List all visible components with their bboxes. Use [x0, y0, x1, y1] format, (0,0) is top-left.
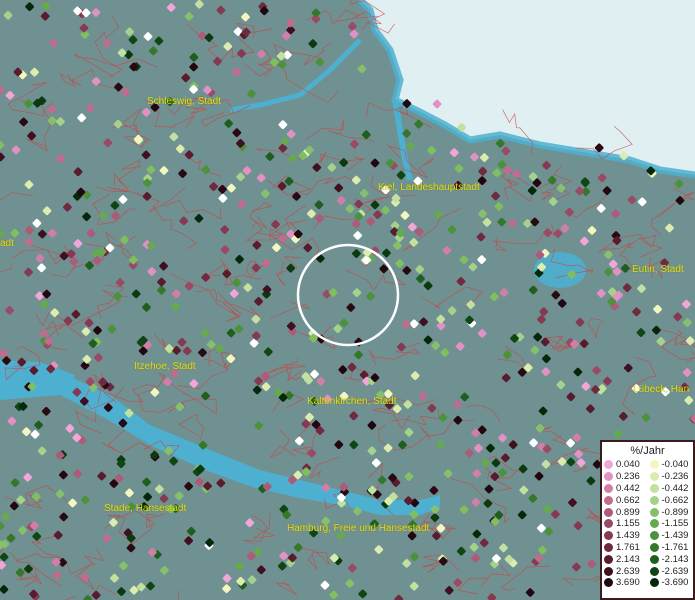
legend-swatch	[649, 578, 659, 588]
legend-value: -0.040	[661, 459, 689, 471]
legend-value: -3.690	[661, 577, 689, 589]
legend-value: -1.439	[661, 530, 689, 542]
legend-swatch	[649, 507, 659, 517]
legend-value: -1.155	[661, 518, 689, 530]
legend-value: 0.442	[616, 482, 640, 494]
legend-swatch	[604, 554, 613, 564]
legend-entry-neg: -1.155	[648, 518, 694, 529]
legend-swatch	[649, 554, 659, 564]
legend-swatch	[604, 519, 613, 529]
legend-title: %/Jahr	[630, 445, 665, 457]
place-label-hamburg: Hamburg, Freie und Hansestadt	[287, 523, 430, 534]
legend-swatch	[604, 578, 613, 588]
legend-row: 2.143 -2.143	[602, 553, 693, 565]
legend-entry-neg: -2.143	[648, 554, 694, 565]
legend-value: 2.639	[616, 565, 640, 577]
legend-entry-neg: -0.236	[648, 471, 694, 482]
legend-entry-pos: 1.761	[602, 542, 648, 553]
legend-swatch	[649, 542, 659, 552]
legend-value: 0.236	[616, 471, 640, 483]
legend-swatch	[604, 542, 613, 552]
place-label-kaltenkirchen: Kaltenkirchen, Stadt	[307, 396, 397, 407]
place-label-eutin: Eutin, Stadt	[632, 264, 684, 275]
place-label-luebeck: Lübeck, Han	[633, 384, 690, 395]
place-label-stade: Stade, Hansestadt	[104, 503, 187, 514]
legend-entry-pos: 0.040	[602, 459, 648, 470]
legend-value: 0.662	[616, 494, 640, 506]
legend-row: 3.690 -3.690	[602, 577, 693, 589]
legend-swatch	[604, 507, 613, 517]
legend-swatch	[604, 472, 613, 482]
legend-row: 0.442 -0.442	[602, 483, 693, 495]
legend-row: 0.899 -0.899	[602, 506, 693, 518]
place-label-itzehoe: Itzehoe, Stadt	[134, 361, 196, 372]
legend-value: -0.442	[661, 482, 689, 494]
legend-entry-pos: 2.639	[602, 566, 648, 577]
legend-row: 1.761 -1.761	[602, 542, 693, 554]
legend-entry-pos: 3.690	[602, 577, 648, 588]
legend-entry-neg: -0.662	[648, 495, 694, 506]
legend-row: 0.662 -0.662	[602, 494, 693, 506]
legend-value: 0.040	[616, 459, 640, 471]
legend-swatch	[649, 472, 659, 482]
legend-value: 1.439	[616, 530, 640, 542]
legend-swatch	[604, 483, 613, 493]
legend-entry-neg: -1.439	[648, 530, 694, 541]
legend-row: 1.155 -1.155	[602, 518, 693, 530]
legend-row: 2.639 -2.639	[602, 565, 693, 577]
legend-entry-neg: -0.442	[648, 483, 694, 494]
legend-entry-pos: 1.155	[602, 518, 648, 529]
legend-entry-pos: 1.439	[602, 530, 648, 541]
legend-value: 3.690	[616, 577, 640, 589]
legend-value: -0.899	[661, 506, 689, 518]
legend-value: 1.761	[616, 541, 640, 553]
legend-entry-neg: -2.639	[648, 566, 694, 577]
legend-value: -0.236	[661, 471, 689, 483]
place-label-schleswig: Schleswig, Stadt	[147, 96, 221, 107]
legend-swatch	[649, 531, 659, 541]
legend-value: -2.639	[661, 565, 689, 577]
legend-value: 0.899	[616, 506, 640, 518]
legend-swatch	[649, 460, 659, 470]
legend-swatch	[649, 566, 659, 576]
legend-value: -1.761	[661, 541, 689, 553]
legend-entry-pos: 0.442	[602, 483, 648, 494]
legend-swatch	[604, 531, 613, 541]
legend-swatch	[604, 460, 613, 470]
legend-entry-pos: 0.662	[602, 495, 648, 506]
legend-entry-neg: -0.040	[648, 459, 694, 470]
place-label-kiel: Kiel, Landeshauptstadt	[378, 182, 480, 193]
legend-entry-pos: 0.236	[602, 471, 648, 482]
legend-swatch	[649, 483, 659, 493]
legend-entry-pos: 2.143	[602, 554, 648, 565]
legend: %/Jahr 0.040 -0.040 0.236 -0.236 0.442 -0.442…	[600, 440, 695, 600]
legend-row: 0.236 -0.236	[602, 471, 693, 483]
legend-swatch	[604, 566, 613, 576]
legend-swatch	[649, 495, 659, 505]
legend-value: -2.143	[661, 553, 689, 565]
legend-entry-neg: -0.899	[648, 507, 694, 518]
legend-value: 2.143	[616, 553, 640, 565]
legend-entry-pos: 0.899	[602, 507, 648, 518]
legend-swatch	[649, 519, 659, 529]
legend-entry-neg: -1.761	[648, 542, 694, 553]
legend-entry-neg: -3.690	[648, 577, 694, 588]
legend-value: 1.155	[616, 518, 640, 530]
legend-row: 0.040 -0.040	[602, 459, 693, 471]
legend-value: -0.662	[661, 494, 689, 506]
place-label-left-edge: adt	[0, 238, 14, 249]
legend-swatch	[604, 495, 613, 505]
legend-row: 1.439 -1.439	[602, 530, 693, 542]
